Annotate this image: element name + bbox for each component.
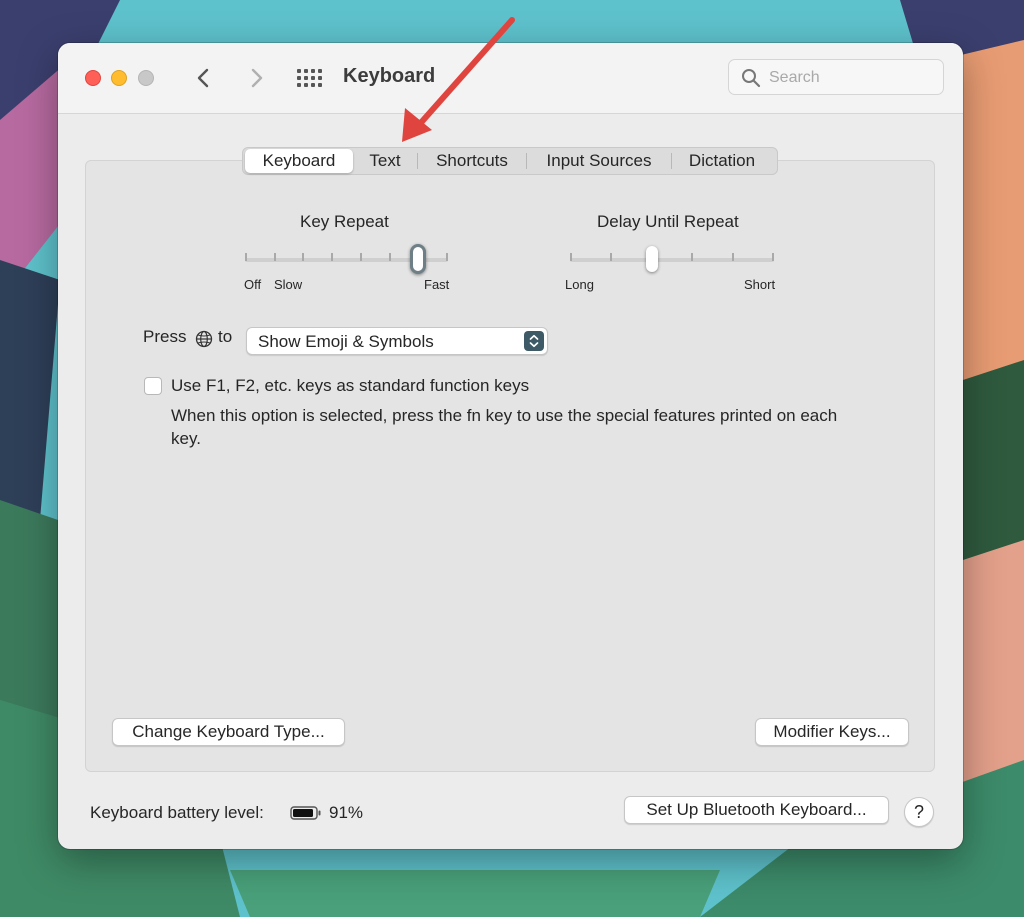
- function-keys-checkbox[interactable]: [144, 377, 162, 395]
- grid-icon: [297, 69, 322, 87]
- key-repeat-slider[interactable]: [245, 242, 448, 282]
- change-keyboard-type-button[interactable]: Change Keyboard Type...: [112, 718, 345, 746]
- slider-tick: [570, 253, 572, 261]
- search-placeholder: Search: [769, 69, 820, 86]
- key-repeat-fast-label: Fast: [424, 277, 450, 292]
- popup-selected-value: Show Emoji & Symbols: [258, 332, 434, 351]
- delay-until-repeat-slider[interactable]: [570, 242, 774, 282]
- window-title: Keyboard: [343, 65, 436, 87]
- slider-tick: [331, 253, 334, 261]
- globe-action-popup[interactable]: Show Emoji & Symbols: [246, 327, 548, 355]
- delay-short-label: Short: [744, 277, 776, 292]
- tab-dictation[interactable]: Dictation: [672, 149, 772, 173]
- slider-tick: [302, 253, 305, 261]
- slider-tick: [273, 253, 276, 261]
- slider-knob[interactable]: [409, 244, 426, 274]
- slider-tick: [772, 253, 774, 261]
- key-repeat-off-label: Off: [244, 277, 262, 292]
- delay-long-label: Long: [565, 277, 594, 292]
- function-keys-label: Use F1, F2, etc. keys as standard functi…: [171, 376, 530, 395]
- tab-keyboard[interactable]: Keyboard: [245, 149, 353, 173]
- zoom-window-button[interactable]: [138, 70, 154, 86]
- slider-tick: [388, 253, 391, 261]
- slider-knob[interactable]: [645, 246, 658, 272]
- close-window-button[interactable]: [85, 70, 101, 86]
- slider-tick: [610, 253, 613, 261]
- up-down-chevron-icon: [529, 334, 539, 348]
- content-panel: [85, 160, 935, 772]
- modifier-keys-button[interactable]: Modifier Keys...: [755, 718, 909, 746]
- forward-button[interactable]: [242, 65, 270, 91]
- slider-tick: [691, 253, 694, 261]
- tab-shortcuts[interactable]: Shortcuts: [418, 149, 526, 173]
- key-repeat-slow-label: Slow: [274, 277, 303, 292]
- search-field[interactable]: Search: [728, 59, 944, 95]
- slider-tick: [245, 253, 247, 261]
- globe-icon: [195, 330, 213, 348]
- tab-bar: Keyboard Text Shortcuts Input Sources Di…: [242, 147, 778, 175]
- battery-percent: 91%: [329, 803, 364, 822]
- function-keys-description: When this option is selected, press the …: [171, 406, 838, 448]
- search-icon: [742, 69, 761, 88]
- press-label: Press: [143, 327, 187, 346]
- key-repeat-title: Key Repeat: [300, 212, 389, 231]
- delay-until-repeat-title: Delay Until Repeat: [597, 212, 739, 231]
- setup-bluetooth-keyboard-button[interactable]: Set Up Bluetooth Keyboard...: [624, 796, 889, 824]
- slider-tick: [731, 253, 734, 261]
- help-button[interactable]: ?: [904, 797, 934, 827]
- popup-arrows-button: [524, 331, 544, 351]
- back-button[interactable]: [190, 65, 218, 91]
- tab-input-sources[interactable]: Input Sources: [527, 149, 671, 173]
- battery-level-label: Keyboard battery level:: [90, 803, 264, 822]
- preferences-window: Keyboard Search Keyboard Text Shortcuts …: [58, 43, 963, 849]
- press-to-label: to: [218, 327, 233, 346]
- slider-tick: [359, 253, 362, 261]
- battery-icon: [290, 806, 321, 820]
- title-bar: Keyboard Search: [58, 43, 963, 114]
- show-all-button[interactable]: [296, 67, 322, 89]
- chevron-right-icon: [251, 68, 263, 88]
- tab-text[interactable]: Text: [353, 149, 417, 173]
- slider-tick: [446, 253, 448, 261]
- minimize-window-button[interactable]: [111, 70, 127, 86]
- chevron-left-icon: [197, 68, 209, 88]
- slider-track: [570, 258, 774, 262]
